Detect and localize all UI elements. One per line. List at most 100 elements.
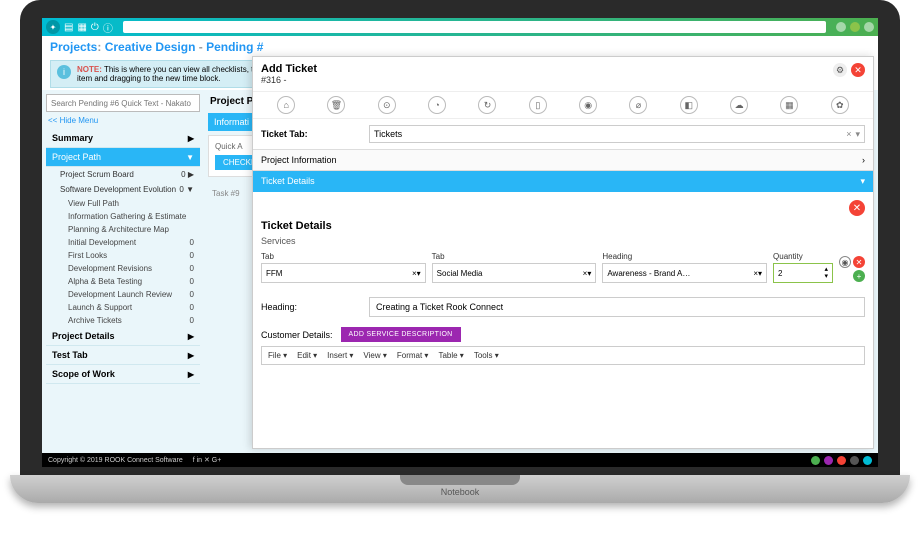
heading-input[interactable] [369, 297, 865, 317]
section-project-info[interactable]: Project Information› [253, 149, 873, 170]
calendar-icon[interactable]: ▦ [77, 22, 86, 33]
icon-globe[interactable]: ◉ [579, 96, 597, 114]
customer-details-label: Customer Details: [261, 330, 333, 340]
breadcrumb-projects[interactable]: Projects [50, 40, 97, 54]
global-search-input[interactable] [123, 21, 826, 33]
menu-tools[interactable]: Tools ▾ [474, 351, 499, 360]
section-ticket-details[interactable]: Ticket Details▾ [253, 170, 873, 192]
chevron-down-icon: ▼ [186, 153, 194, 162]
delete-row-icon[interactable]: ✕ [853, 256, 865, 268]
ss-first-looks[interactable]: First Looks0 [46, 249, 200, 262]
icon-link[interactable]: ⌀ [629, 96, 647, 114]
icon-home[interactable]: ⌂ [277, 96, 295, 114]
tab1-select[interactable]: FFM×▾ [261, 263, 426, 283]
menu-table[interactable]: Table ▾ [438, 351, 463, 360]
ss-info-gathering[interactable]: Information Gathering & Estimate [46, 210, 200, 223]
menu-summary[interactable]: Summary▶ [46, 129, 200, 148]
modal-header: Add Ticket #316 - ⚙ ✕ [253, 57, 873, 91]
editor-toolbar: File ▾ Edit ▾ Insert ▾ View ▾ Format ▾ T… [261, 346, 865, 365]
status-green-icon[interactable] [811, 456, 820, 465]
menu-edit[interactable]: Edit ▾ [297, 351, 317, 360]
note-text2: item and dragging to the new time block. [77, 74, 221, 83]
ss-alpha-beta[interactable]: Alpha & Beta Testing0 [46, 275, 200, 288]
info-icon[interactable]: ⓘ [103, 20, 113, 35]
chevron-right-icon: ▶ [188, 370, 194, 379]
add-service-description-button[interactable]: ADD SERVICE DESCRIPTION [341, 327, 461, 342]
close-section-icon[interactable]: ✕ [849, 200, 865, 216]
menu-project-details[interactable]: Project Details▶ [46, 327, 200, 346]
tab2-select[interactable]: Social Media×▾ [432, 263, 597, 283]
services-label: Services [261, 236, 865, 246]
icon-refresh[interactable]: ↻ [478, 96, 496, 114]
copyright: Copyright © 2019 ROOK Connect Software [48, 457, 183, 464]
chevron-right-icon: ▶ [188, 134, 194, 143]
note-label: NOTE: [77, 65, 102, 74]
chevron-down-icon[interactable]: ▾ [855, 129, 860, 140]
footer: Copyright © 2019 ROOK Connect Software f… [42, 453, 878, 467]
laptop-notch [400, 475, 520, 485]
social-icons[interactable]: f in ✕ G+ [193, 457, 222, 464]
ss-dev-revisions[interactable]: Development Revisions0 [46, 262, 200, 275]
menu-view[interactable]: View ▾ [363, 351, 386, 360]
status-cyan-icon[interactable] [863, 456, 872, 465]
col-heading-label: Heading [602, 252, 767, 261]
status-red-icon[interactable] [837, 456, 846, 465]
heading-field-row: Heading: [261, 297, 865, 317]
ss-view-full-path[interactable]: View Full Path [46, 197, 200, 210]
icon-trash[interactable]: 🗑 [327, 96, 345, 114]
heading-select[interactable]: Awareness - Brand A…×▾ [602, 263, 767, 283]
ss-planning[interactable]: Planning & Architecture Map [46, 223, 200, 236]
notification-icon[interactable] [864, 22, 874, 32]
icon-tag[interactable]: ◧ [680, 96, 698, 114]
hide-menu-link[interactable]: << Hide Menu [46, 112, 200, 129]
chevron-right-icon: › [862, 155, 865, 165]
menu-insert[interactable]: Insert ▾ [327, 351, 353, 360]
status-purple-icon[interactable] [824, 456, 833, 465]
ss-launch-support[interactable]: Launch & Support0 [46, 301, 200, 314]
sub-scrum-board[interactable]: Project Scrum Board0 ▶ [46, 167, 200, 182]
sub-dev-evolution[interactable]: Software Development Evolution0 ▼ [46, 182, 200, 197]
breadcrumb-pending[interactable]: Pending # [206, 40, 263, 54]
customer-details-row: Customer Details: ADD SERVICE DESCRIPTIO… [261, 327, 865, 342]
ticket-tab-select[interactable]: Tickets ×▾ [369, 125, 865, 143]
icon-camera[interactable]: ⊙ [378, 96, 396, 114]
col-tab1-label: Tab [261, 252, 426, 261]
sidebar-search-input[interactable] [46, 94, 200, 112]
user-avatar-icon[interactable] [850, 22, 860, 32]
screen-bezel: ✦ ▤ ▦ ⏻ ⓘ Projects: Creative Design - Pe… [20, 0, 900, 475]
menu-test-tab[interactable]: Test Tab▶ [46, 346, 200, 365]
ticket-details-body: ✕ Ticket Details Services Tab FFM×▾ Tab … [253, 192, 873, 448]
icon-grid[interactable]: ▦ [780, 96, 798, 114]
icon-star[interactable]: ✿ [831, 96, 849, 114]
status-grey-icon[interactable] [850, 456, 859, 465]
ticket-tab-row: Ticket Tab: Tickets ×▾ [253, 119, 873, 149]
laptop-label: Notebook [441, 487, 480, 497]
status-dot[interactable] [836, 22, 846, 32]
ss-initial-dev[interactable]: Initial Development0 [46, 236, 200, 249]
icon-clock[interactable]: ◔ [428, 96, 446, 114]
menu-scope[interactable]: Scope of Work▶ [46, 365, 200, 384]
top-bar: ✦ ▤ ▦ ⏻ ⓘ [42, 18, 878, 36]
heading-field-label: Heading: [261, 302, 361, 312]
quantity-stepper[interactable]: 2▴▾ [773, 263, 833, 283]
icon-doc[interactable]: ▯ [529, 96, 547, 114]
menu-project-path[interactable]: Project Path▼ [46, 148, 200, 167]
view-icon[interactable]: ◉ [839, 256, 851, 268]
app-screen: ✦ ▤ ▦ ⏻ ⓘ Projects: Creative Design - Pe… [42, 18, 878, 467]
ss-archive[interactable]: Archive Tickets0 [46, 314, 200, 327]
breadcrumb-project[interactable]: Creative Design [105, 40, 196, 54]
modal-title: Add Ticket [261, 63, 317, 75]
close-icon[interactable]: ✕ [851, 63, 865, 77]
add-row-icon[interactable]: + [853, 270, 865, 282]
toggle-icon[interactable]: ⏻ [91, 22, 99, 33]
clear-icon[interactable]: × [846, 129, 851, 140]
ss-launch-review[interactable]: Development Launch Review0 [46, 288, 200, 301]
chevron-right-icon: ▶ [188, 332, 194, 341]
menu-file[interactable]: File ▾ [268, 351, 287, 360]
clipboard-icon[interactable]: ▤ [64, 22, 73, 33]
settings-icon[interactable]: ⚙ [833, 63, 847, 77]
menu-format[interactable]: Format ▾ [397, 351, 429, 360]
col-qty-label: Quantity [773, 252, 833, 261]
app-logo-icon[interactable]: ✦ [46, 20, 60, 34]
icon-cloud[interactable]: ☁ [730, 96, 748, 114]
